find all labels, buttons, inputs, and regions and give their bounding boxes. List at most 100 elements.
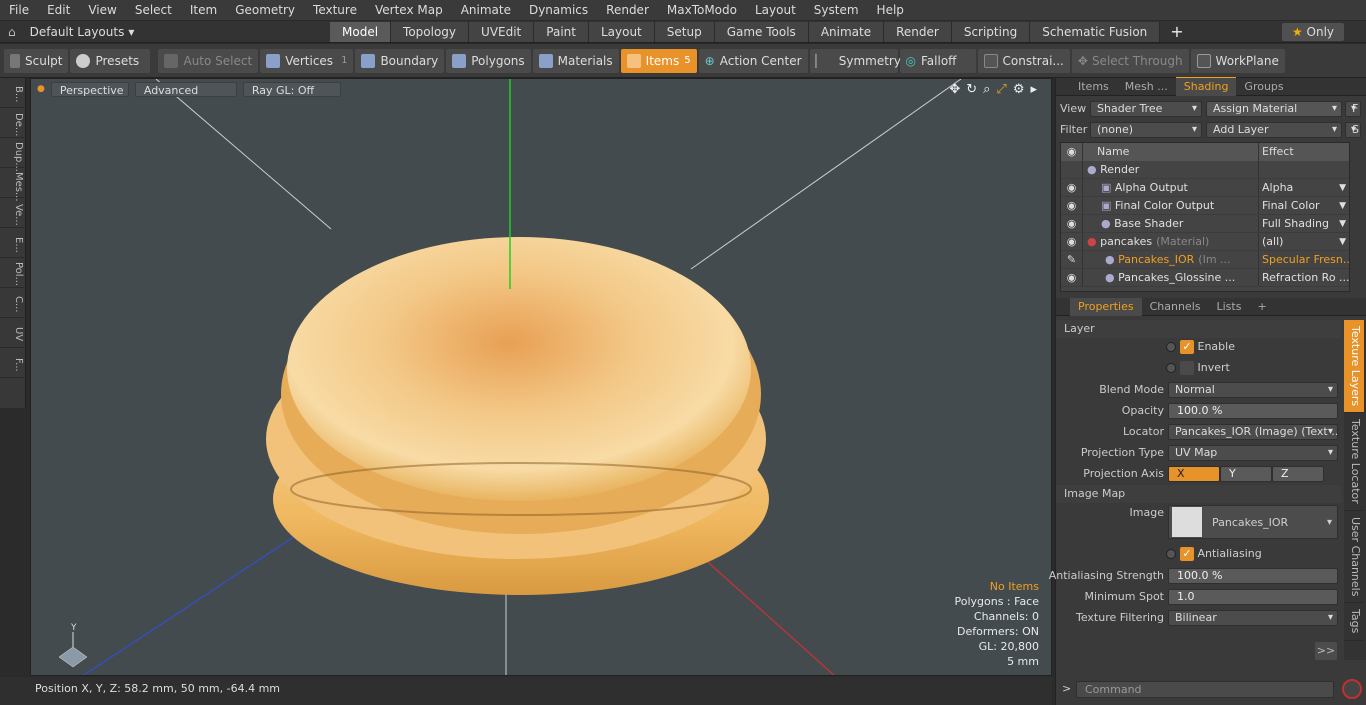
props-tab-channels[interactable]: Channels: [1142, 298, 1209, 316]
shader-tree-effect[interactable]: Full Shading ▼: [1259, 215, 1349, 232]
rotate-icon[interactable]: ↻: [966, 82, 977, 97]
assign-material-dropdown[interactable]: Assign Material: [1206, 100, 1342, 117]
props-tab-add[interactable]: +: [1249, 298, 1274, 316]
minimum-spot-field[interactable]: 1.0: [1168, 589, 1338, 605]
axis-y-button[interactable]: Y: [1220, 466, 1272, 482]
add-layer-dropdown[interactable]: Add Layer: [1206, 121, 1342, 138]
action-center-button[interactable]: ⊕ Action Center: [698, 48, 808, 73]
left-tab[interactable]: Pol...: [0, 258, 24, 288]
left-tab[interactable]: F...: [0, 348, 24, 378]
eye-icon[interactable]: ◉: [1061, 197, 1083, 214]
vertices-button[interactable]: Vertices 1: [260, 48, 354, 73]
menu-item-file[interactable]: File: [0, 0, 38, 21]
menu-item-select[interactable]: Select: [126, 0, 181, 21]
projection-type-dropdown[interactable]: UV Map: [1168, 445, 1338, 461]
advanced-button[interactable]: Advanced: [134, 81, 237, 97]
gear-icon[interactable]: ⚙: [1013, 82, 1025, 97]
aa-strength-field[interactable]: 100.0 %: [1168, 568, 1338, 584]
s-button[interactable]: S: [1345, 121, 1361, 138]
shader-tree-effect[interactable]: [1259, 161, 1349, 178]
boundary-button[interactable]: Boundary: [355, 48, 445, 73]
eye-icon[interactable]: [1061, 161, 1083, 178]
materials-button[interactable]: Materials: [532, 48, 619, 73]
image-map-section[interactable]: Image Map: [1056, 485, 1341, 503]
eye-icon[interactable]: ✎: [1061, 251, 1083, 268]
panel-tab-mesh[interactable]: Mesh ...: [1117, 78, 1176, 96]
menu-item-dynamics[interactable]: Dynamics: [520, 0, 597, 21]
shader-tree-row[interactable]: ✎ ● Pancakes_IOR (Im ... Specular Fresn...: [1061, 251, 1349, 269]
menu-item-layout[interactable]: Layout: [746, 0, 805, 21]
perspective-button[interactable]: Perspective: [50, 81, 129, 97]
zoom-icon[interactable]: ⌕: [983, 82, 990, 97]
tab-animate[interactable]: Animate: [808, 21, 885, 42]
left-tab[interactable]: Mes...: [0, 168, 24, 202]
shader-tree-effect[interactable]: Alpha ▼: [1259, 179, 1349, 196]
menu-item-vertex-map[interactable]: Vertex Map: [366, 0, 452, 21]
panel-tab-groups[interactable]: Groups: [1236, 78, 1291, 96]
props-tab-properties[interactable]: Properties: [1070, 297, 1142, 316]
only-button[interactable]: ★ Only: [1282, 23, 1344, 41]
blend-mode-dropdown[interactable]: Normal: [1168, 382, 1338, 398]
layouts-dropdown[interactable]: ⌂ Default Layouts ▾: [0, 25, 330, 39]
play-icon[interactable]: ▸: [1030, 82, 1037, 97]
tab-render[interactable]: Render: [884, 21, 952, 42]
panel-tab-items[interactable]: Items: [1070, 78, 1117, 96]
eye-icon[interactable]: ◉: [1061, 233, 1083, 250]
antialiasing-checkbox[interactable]: ✓: [1180, 547, 1194, 561]
menu-item-system[interactable]: System: [805, 0, 868, 21]
shader-tree-row[interactable]: ● Render: [1061, 161, 1349, 179]
3d-viewport[interactable]: Y ● Perspective Advanced Ray GL: Off ✥ ↻…: [30, 78, 1052, 676]
tab-layout[interactable]: Layout: [588, 21, 655, 42]
menu-item-view[interactable]: View: [79, 0, 125, 21]
shader-tree-row[interactable]: ◉ ● Pancakes_Glossine ... Refraction Ro ..…: [1061, 269, 1349, 287]
side-tab-tags[interactable]: Tags: [1344, 603, 1364, 641]
presets-button[interactable]: Presets: [70, 48, 151, 73]
eye-icon[interactable]: ◉: [1061, 215, 1083, 232]
texture-filtering-dropdown[interactable]: Bilinear: [1168, 610, 1338, 626]
tab-scripting[interactable]: Scripting: [951, 21, 1031, 42]
shader-tree-row[interactable]: ◉ ● pancakes (Material) (all) ▼: [1061, 233, 1349, 251]
menu-item-animate[interactable]: Animate: [452, 0, 520, 21]
select-through-button[interactable]: ✥ Select Through: [1071, 48, 1189, 73]
layer-section[interactable]: Layer: [1056, 320, 1341, 338]
tab-schematic-fusion[interactable]: Schematic Fusion: [1030, 21, 1161, 42]
symmetry-button[interactable]: ▏ Symmetry: [809, 48, 901, 73]
f-button[interactable]: F: [1345, 100, 1361, 117]
polygons-button[interactable]: Polygons: [446, 48, 531, 73]
panel-tab-shading[interactable]: Shading: [1175, 77, 1237, 96]
enable-checkbox[interactable]: ✓: [1180, 340, 1194, 354]
items-button[interactable]: Items 5: [620, 48, 697, 73]
left-tab[interactable]: Dup...: [0, 138, 24, 172]
filter-dropdown[interactable]: (none): [1090, 121, 1202, 138]
image-dropdown[interactable]: Pancakes_IOR ▾: [1168, 505, 1338, 539]
left-tab[interactable]: B...: [0, 78, 24, 108]
menu-item-item[interactable]: Item: [181, 0, 226, 21]
tab-model[interactable]: Model: [330, 21, 392, 42]
side-tab-user-channels[interactable]: User Channels: [1344, 511, 1364, 604]
tab-topology[interactable]: Topology: [391, 21, 470, 42]
shader-tree-row[interactable]: ◉ ▣ Final Color Output Final Color ▼: [1061, 197, 1349, 215]
left-tab[interactable]: E...: [0, 228, 24, 258]
left-tab[interactable]: C...: [0, 288, 24, 318]
tab-uvedit[interactable]: UVEdit: [469, 21, 535, 42]
side-tab-texture-locator[interactable]: Texture Locator: [1344, 413, 1364, 511]
menu-item-geometry[interactable]: Geometry: [226, 0, 304, 21]
shader-tree-effect[interactable]: Final Color ▼: [1259, 197, 1349, 214]
raygl-button[interactable]: Ray GL: Off: [242, 81, 341, 97]
workplane-button[interactable]: WorkPlane: [1190, 48, 1285, 73]
eye-icon[interactable]: ◉: [1061, 269, 1083, 286]
eye-icon[interactable]: ◉: [1061, 179, 1083, 196]
move-icon[interactable]: ✥: [949, 82, 960, 97]
shader-tree-row[interactable]: ◉ ● Base Shader Full Shading ▼: [1061, 215, 1349, 233]
shader-tree-effect[interactable]: Refraction Ro ...: [1259, 269, 1349, 286]
menu-item-render[interactable]: Render: [597, 0, 658, 21]
props-tab-lists[interactable]: Lists: [1209, 298, 1250, 316]
sculpt-button[interactable]: Sculpt: [4, 48, 69, 73]
add-tab-button[interactable]: +: [1170, 22, 1183, 41]
view-dropdown[interactable]: Shader Tree: [1090, 100, 1202, 117]
tab-game-tools[interactable]: Game Tools: [714, 21, 809, 42]
shader-tree-row[interactable]: ◉ ▣ Alpha Output Alpha ▼: [1061, 179, 1349, 197]
record-icon[interactable]: [1342, 679, 1362, 699]
side-tab-texture-layers[interactable]: Texture Layers: [1344, 320, 1364, 414]
invert-checkbox[interactable]: [1180, 361, 1194, 375]
